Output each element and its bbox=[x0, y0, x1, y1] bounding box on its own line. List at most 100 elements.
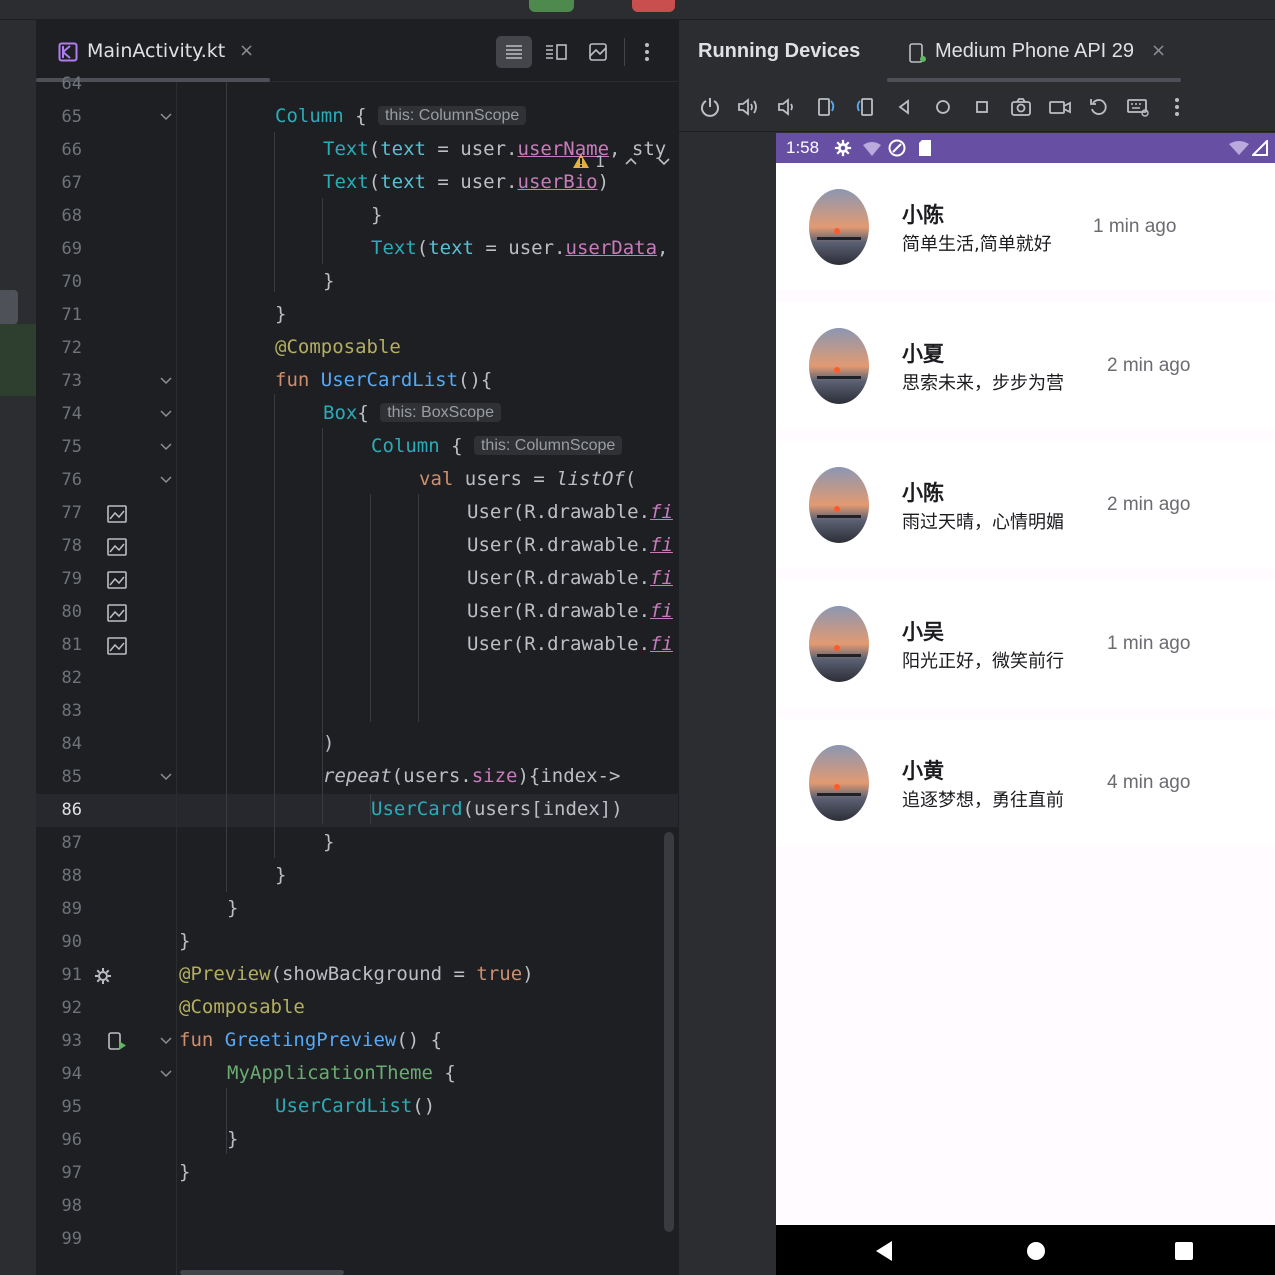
inspection-widget[interactable]: 1 bbox=[572, 152, 671, 171]
line-number: 73 bbox=[61, 371, 82, 391]
design-view-button[interactable] bbox=[580, 36, 616, 68]
line-number: 76 bbox=[61, 470, 82, 490]
chevron-up-icon[interactable] bbox=[624, 155, 638, 167]
user-card[interactable]: 小陈 简单生活,简单就好 1 min ago bbox=[776, 163, 1275, 290]
code-token: @Composable bbox=[179, 996, 305, 1018]
user-time: 1 min ago bbox=[1093, 216, 1177, 237]
indent-guide bbox=[418, 494, 419, 722]
code-line-90: 90 } bbox=[36, 926, 678, 959]
image-resource-icon[interactable] bbox=[106, 636, 128, 656]
back-icon[interactable] bbox=[874, 1240, 894, 1262]
image-resource-icon[interactable] bbox=[106, 537, 128, 557]
indent-guide bbox=[322, 198, 323, 264]
code-view-icon bbox=[506, 45, 522, 59]
camera-icon[interactable] bbox=[1009, 95, 1033, 119]
image-resource-icon[interactable] bbox=[106, 504, 128, 524]
vertical-scrollbar[interactable] bbox=[664, 832, 674, 1232]
rotate-right-icon[interactable] bbox=[853, 95, 877, 119]
code-token: () { bbox=[396, 1029, 443, 1051]
run-button[interactable] bbox=[529, 0, 574, 12]
fold-chevron-icon[interactable] bbox=[159, 770, 173, 784]
image-resource-icon[interactable] bbox=[106, 570, 128, 590]
code-view-button[interactable] bbox=[496, 36, 532, 68]
stop-button[interactable] bbox=[632, 0, 675, 12]
code-token: { bbox=[343, 105, 367, 127]
line-number: 92 bbox=[61, 998, 82, 1018]
rotate-left-icon[interactable] bbox=[814, 95, 838, 119]
code-token: , bbox=[657, 237, 669, 259]
fold-chevron-icon[interactable] bbox=[159, 407, 173, 421]
user-name: 小夏 bbox=[902, 342, 944, 366]
code-token: (users. bbox=[391, 765, 472, 787]
line-number: 84 bbox=[61, 734, 82, 754]
split-view-button[interactable] bbox=[538, 36, 574, 68]
fold-chevron-icon[interactable] bbox=[159, 440, 173, 454]
more-vertical-icon[interactable] bbox=[1165, 95, 1189, 119]
device-icon bbox=[909, 43, 926, 63]
user-card[interactable]: 小夏 思索未来，步步为营 2 min ago bbox=[776, 302, 1275, 429]
more-options-button[interactable] bbox=[634, 36, 660, 68]
power-icon[interactable] bbox=[698, 95, 722, 119]
volume-up-icon[interactable] bbox=[736, 95, 760, 119]
line-number: 90 bbox=[61, 932, 82, 952]
horizontal-scrollbar[interactable] bbox=[180, 1270, 344, 1275]
gear-icon[interactable] bbox=[92, 966, 114, 986]
image-resource-icon[interactable] bbox=[106, 603, 128, 623]
volume-down-icon[interactable] bbox=[775, 95, 799, 119]
settings-icon bbox=[834, 139, 852, 157]
warning-count: 1 bbox=[595, 152, 606, 171]
code-token: Text bbox=[323, 171, 369, 193]
line-number: 64 bbox=[61, 74, 82, 94]
code-line-92: 92 @Composable bbox=[36, 992, 678, 1025]
code-token: (users[index]) bbox=[462, 798, 623, 820]
home-icon[interactable] bbox=[1026, 1241, 1046, 1261]
line-number: 66 bbox=[61, 140, 82, 160]
emulator-screen[interactable]: 1:58 小陈 简单生活,简单就好 1 min ago 小夏 思索未来，步步为营… bbox=[776, 133, 1275, 1275]
code-token: fi bbox=[650, 534, 673, 556]
fold-chevron-icon[interactable] bbox=[159, 473, 173, 487]
fold-chevron-icon[interactable] bbox=[159, 1034, 173, 1048]
user-bio: 简单生活,简单就好 bbox=[902, 234, 1052, 255]
fold-chevron-icon[interactable] bbox=[159, 1067, 173, 1081]
device-tab[interactable]: Medium Phone API 29 × bbox=[887, 20, 1181, 82]
run-preview-icon[interactable] bbox=[106, 1032, 128, 1052]
signal-icon bbox=[1252, 140, 1268, 156]
design-view-icon bbox=[589, 43, 607, 61]
overview-icon[interactable] bbox=[970, 95, 994, 119]
code-token: Text bbox=[371, 237, 417, 259]
chevron-down-icon[interactable] bbox=[657, 155, 671, 167]
android-status-bar: 1:58 bbox=[776, 133, 1275, 163]
screen-record-icon[interactable] bbox=[1048, 95, 1072, 119]
fold-chevron-icon[interactable] bbox=[159, 110, 173, 124]
code-token: fi bbox=[650, 567, 673, 589]
user-bio: 阳光正好，微笑前行 bbox=[902, 651, 1064, 672]
back-icon[interactable] bbox=[892, 95, 916, 119]
line-number: 69 bbox=[61, 239, 82, 259]
code-token: = user. bbox=[473, 237, 566, 259]
reset-icon[interactable] bbox=[1087, 95, 1111, 119]
code-token: @Preview bbox=[179, 963, 271, 985]
line-number: 71 bbox=[61, 305, 82, 325]
code-token: User(R.drawable. bbox=[467, 567, 651, 589]
code-line-77: 77 User(R.drawable.fi bbox=[36, 497, 678, 530]
home-icon[interactable] bbox=[931, 95, 955, 119]
code-token: fun bbox=[275, 369, 321, 391]
user-card[interactable]: 小吴 阳光正好，微笑前行 1 min ago bbox=[776, 580, 1275, 707]
keyboard-icon[interactable] bbox=[1126, 95, 1150, 119]
code-token: MyApplicationTheme bbox=[227, 1062, 433, 1084]
code-line-72: 72 @Composable bbox=[36, 332, 678, 365]
code-token: { bbox=[357, 402, 369, 424]
fold-chevron-icon[interactable] bbox=[159, 374, 173, 388]
avatar bbox=[809, 467, 869, 543]
user-card[interactable]: 小黄 追逐梦想，勇往直前 4 min ago bbox=[776, 719, 1275, 846]
code-area[interactable]: 64 65 Column { this: ColumnScope 66 Text… bbox=[36, 74, 678, 1275]
code-line-75: 75 Column { this: ColumnScope bbox=[36, 431, 678, 464]
close-icon[interactable]: × bbox=[239, 40, 254, 61]
code-line-68: 68 } bbox=[36, 200, 678, 233]
code-token: = user. bbox=[425, 138, 518, 160]
user-card[interactable]: 小陈 雨过天晴，心情明媚 2 min ago bbox=[776, 441, 1275, 568]
code-line-71: 71 } bbox=[36, 299, 678, 332]
overview-icon[interactable] bbox=[1174, 1241, 1194, 1261]
close-icon[interactable]: × bbox=[1151, 40, 1166, 61]
tool-window-tab[interactable] bbox=[0, 290, 18, 324]
